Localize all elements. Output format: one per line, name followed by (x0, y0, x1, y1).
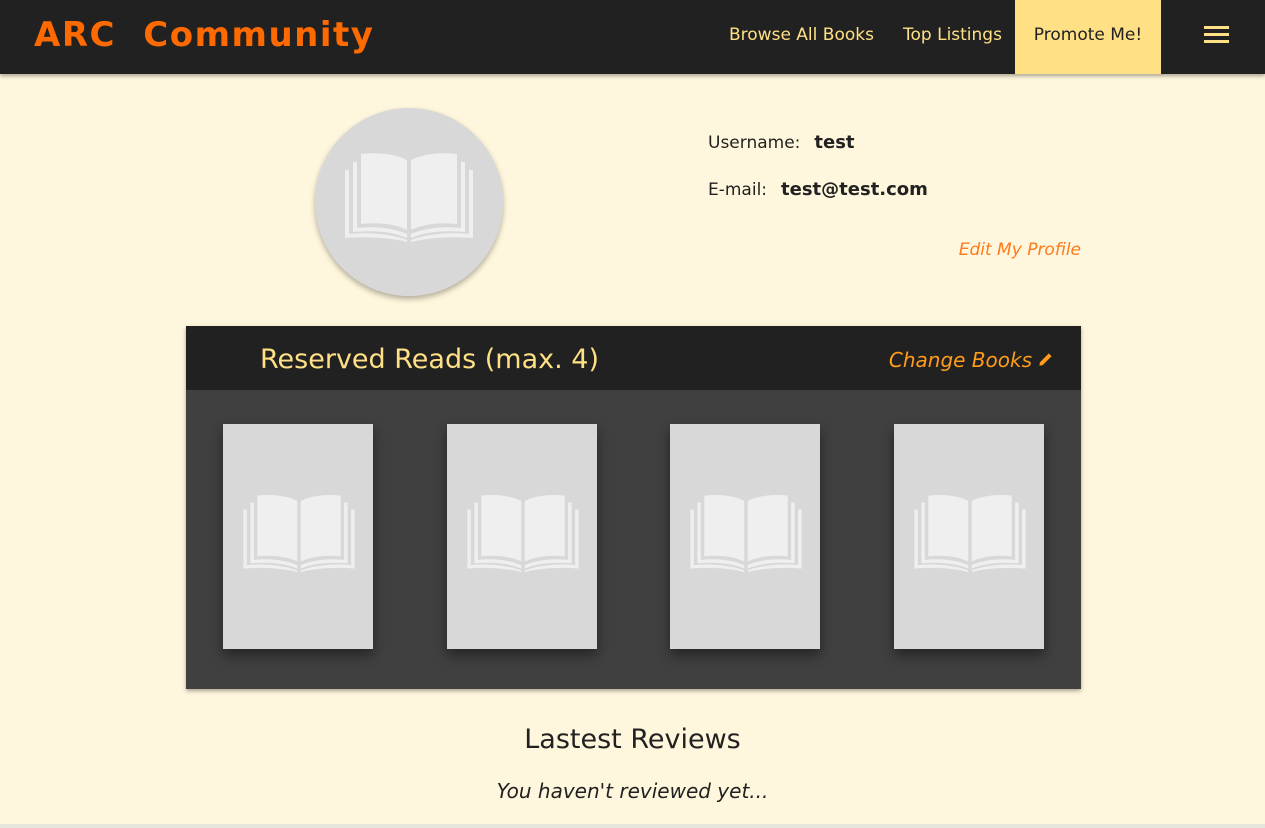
reserved-book-slot-4[interactable] (894, 424, 1044, 649)
book-placeholder-icon (345, 153, 473, 242)
reserved-book-slot-1[interactable] (223, 424, 373, 649)
promote-me-button[interactable]: Promote Me! (1015, 0, 1161, 74)
nav-browse-all-books[interactable]: Browse All Books (729, 0, 874, 74)
email-value: test@test.com (781, 179, 928, 200)
change-books-label: Change Books (888, 348, 1032, 372)
email-label: E-mail: (708, 180, 768, 200)
username-row: Username: test (708, 132, 855, 153)
username-value: test (814, 132, 855, 153)
username-label: Username: (708, 133, 801, 153)
brand-logo[interactable]: ARC Community (34, 14, 374, 56)
nav-top-listings[interactable]: Top Listings (903, 0, 1002, 74)
pencil-icon (1039, 353, 1052, 366)
no-reviews-message: You haven't reviewed yet... (496, 779, 769, 803)
change-books-link[interactable]: Change Books (889, 348, 1053, 372)
avatar (315, 108, 503, 296)
page-bottom-divider (0, 824, 1265, 828)
email-row: E-mail: test@test.com (708, 179, 928, 200)
latest-reviews-heading: Lastest Reviews (524, 724, 741, 755)
book-placeholder-icon (467, 495, 579, 573)
navbar: ARC Community Browse All Books Top Listi… (0, 0, 1265, 74)
edit-profile-link[interactable]: Edit My Profile (959, 240, 1081, 260)
reserved-reads-panel: Reserved Reads (max. 4) Change Books (186, 326, 1081, 689)
reserved-reads-header: Reserved Reads (max. 4) Change Books (186, 326, 1081, 390)
reserved-book-slot-2[interactable] (447, 424, 597, 649)
reserved-reads-title: Reserved Reads (max. 4) (260, 344, 599, 375)
book-placeholder-icon (914, 495, 1026, 573)
book-placeholder-icon (243, 495, 355, 573)
reserved-book-slot-3[interactable] (670, 424, 820, 649)
book-placeholder-icon (690, 495, 802, 573)
hamburger-menu-icon[interactable] (1204, 26, 1229, 44)
